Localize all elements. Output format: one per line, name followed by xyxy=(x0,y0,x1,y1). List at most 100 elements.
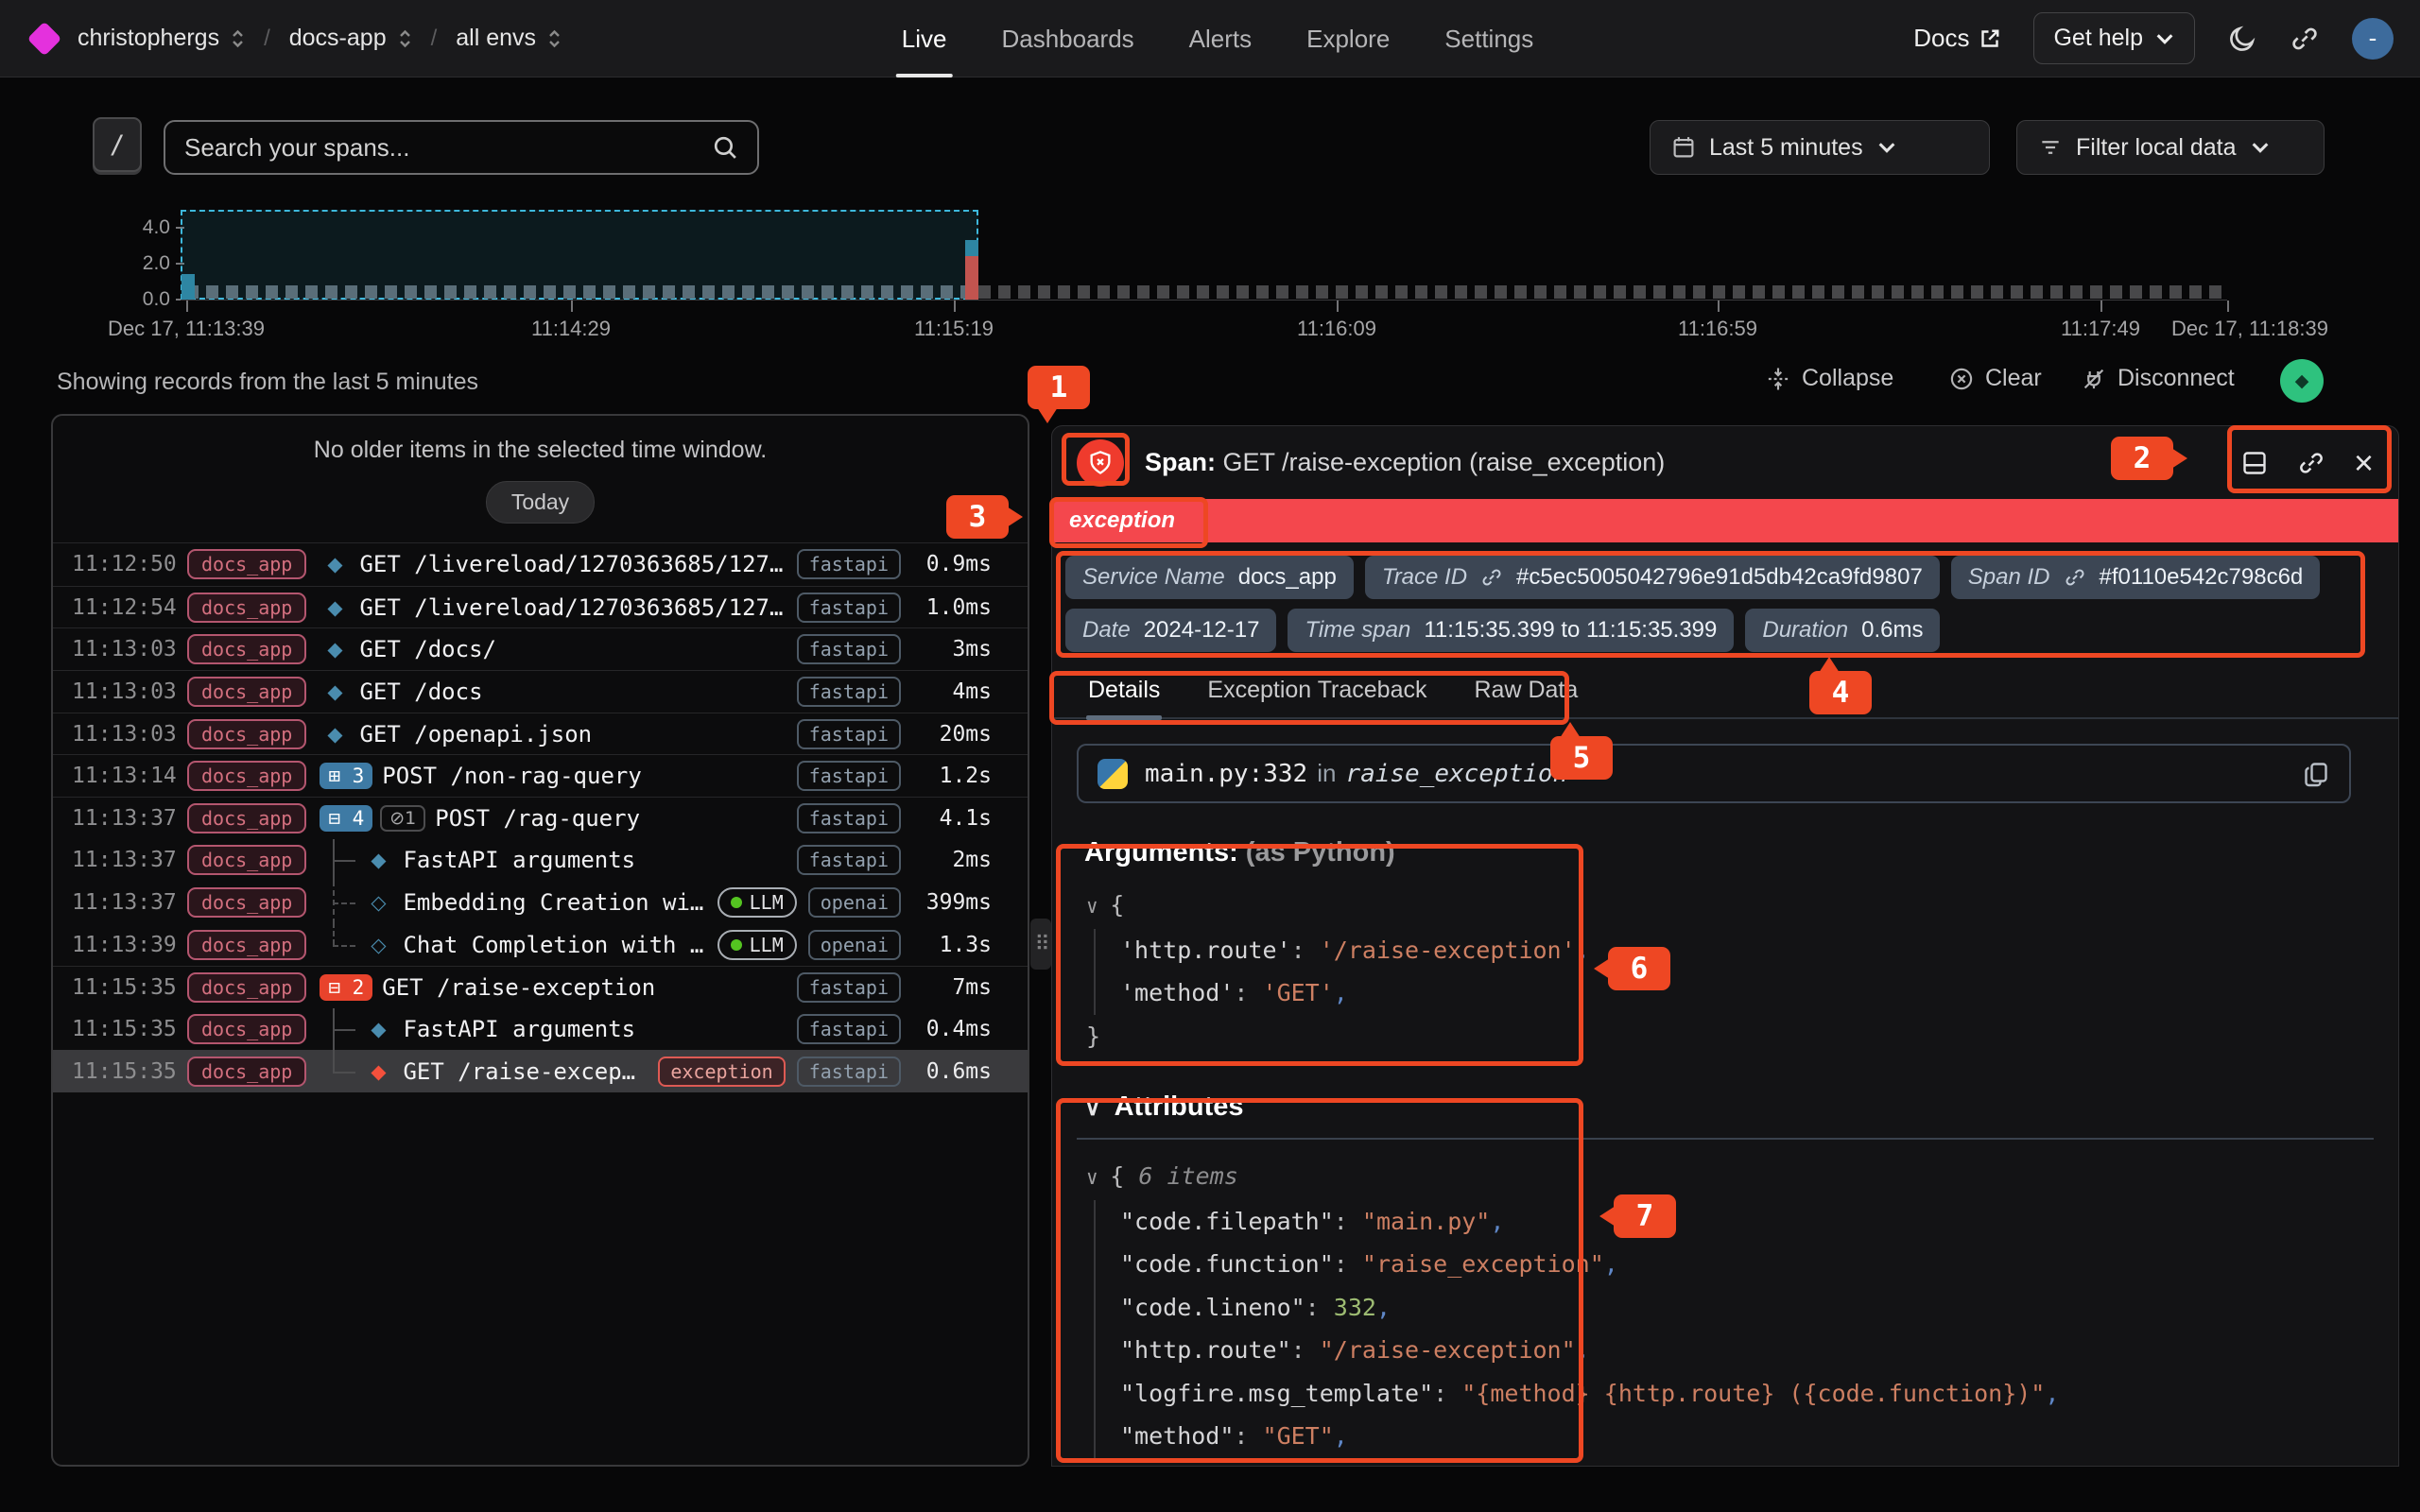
clear-button[interactable]: Clear xyxy=(1949,365,2042,392)
org-switcher[interactable]: christophergs xyxy=(78,25,219,52)
span-row[interactable]: 11:15:35docs_app◆GET /raise-exception …e… xyxy=(53,1050,1028,1092)
span-row[interactable]: 11:13:37docs_app◇Embedding Creation wit…… xyxy=(53,882,1028,924)
close-panel-button[interactable]: × xyxy=(2354,449,2374,477)
arguments-code-line: } xyxy=(1086,1015,2398,1058)
collapse-children-badge[interactable]: ⊟ 4 xyxy=(320,805,372,832)
span-duration: 1.2s xyxy=(901,764,992,788)
filter-local-data-dropdown[interactable]: Filter local data xyxy=(2016,120,2325,175)
org-switcher-chevrons-icon[interactable] xyxy=(231,27,245,50)
service-name-tag: docs_app xyxy=(187,719,306,749)
tab-details[interactable]: Details xyxy=(1086,667,1162,717)
tab-raw-data[interactable]: Raw Data xyxy=(1473,667,1581,717)
span-row[interactable]: 11:13:14docs_app⊞ 3POST /non-rag-queryfa… xyxy=(53,754,1028,797)
span-row[interactable]: 11:13:37docs_app◆FastAPI argumentsfastap… xyxy=(53,839,1028,882)
search-input[interactable] xyxy=(184,133,712,163)
span-duration: 4ms xyxy=(901,679,992,704)
attributes-heading[interactable]: ∨Attributes xyxy=(1084,1091,2398,1123)
span-detail-header: Span: GET /raise-exception (raise_except… xyxy=(1052,426,2398,499)
span-row[interactable]: 11:12:50docs_app◆GET /livereload/1270363… xyxy=(53,543,1028,586)
arguments-code-line: ∨ { xyxy=(1086,884,2398,929)
copy-link-button[interactable] xyxy=(2297,449,2325,477)
span-row[interactable]: 11:13:03docs_app◆GET /docs/fastapi3ms xyxy=(53,627,1028,670)
panel-resize-grip[interactable]: ⠿ xyxy=(1030,919,1051,970)
time-range-label: Last 5 minutes xyxy=(1709,134,1863,162)
arguments-code-line: 'http.route': '/raise-exception', xyxy=(1094,929,2398,972)
span-duration: 1.0ms xyxy=(901,595,992,620)
nav-tab-dashboards[interactable]: Dashboards xyxy=(1001,0,1133,77)
project-switcher[interactable]: docs-app xyxy=(289,25,387,52)
today-badge[interactable]: Today xyxy=(486,481,595,524)
collapse-button[interactable]: Collapse xyxy=(1766,365,1893,392)
hidden-spans-badge[interactable]: ⊘1 xyxy=(380,805,425,832)
span-timestamp: 11:15:35 xyxy=(72,1017,176,1041)
source-file: main.py:332 xyxy=(1145,760,1307,788)
source-tag: openai xyxy=(808,930,901,960)
span-row[interactable]: 11:13:37docs_app⊟ 4⊘1POST /rag-queryfast… xyxy=(53,797,1028,839)
share-link-button[interactable] xyxy=(2290,24,2320,54)
slash-shortcut-key: / xyxy=(93,117,142,172)
collapse-icon xyxy=(1766,367,1790,391)
x-axis-tickmark xyxy=(954,301,956,312)
filter-icon xyxy=(2038,135,2063,160)
collapse-children-badge[interactable]: ⊟ 2 xyxy=(320,974,372,1001)
env-switcher-chevrons-icon[interactable] xyxy=(547,27,562,50)
nav-tab-live[interactable]: Live xyxy=(902,0,947,77)
link-icon xyxy=(2064,566,2086,589)
attributes-code-block[interactable]: ∨ { 6 items"code.filepath": "main.py","c… xyxy=(1086,1155,2398,1458)
nav-tab-explore[interactable]: Explore xyxy=(1306,0,1390,77)
theme-toggle-button[interactable] xyxy=(2227,24,2257,54)
time-range-dropdown[interactable]: Last 5 minutes xyxy=(1650,120,1990,175)
dock-panel-button[interactable] xyxy=(2240,449,2269,477)
code-token: 'GET' xyxy=(1263,979,1334,1006)
span-row[interactable]: 11:13:03docs_app◆GET /docsfastapi4ms xyxy=(53,670,1028,713)
source-location-box: main.py:332inraise_exception xyxy=(1077,744,2351,803)
meta-value: 2024-12-17 xyxy=(1144,617,1260,644)
span-row-main: ◇Embedding Creation wit… xyxy=(320,882,707,924)
docs-link[interactable]: Docs xyxy=(1913,24,2001,53)
nav-tab-settings[interactable]: Settings xyxy=(1444,0,1533,77)
get-help-button[interactable]: Get help xyxy=(2033,12,2195,64)
arguments-heading-text: Arguments: xyxy=(1084,837,1238,868)
meta-trace-id: Trace ID#c5ec5005042796e91d5db42ca9fd980… xyxy=(1365,556,1940,599)
disconnect-button[interactable]: Disconnect xyxy=(2082,365,2235,392)
live-indicator[interactable]: ◆ xyxy=(2280,359,2324,403)
exception-shield-icon xyxy=(1077,439,1124,487)
project-switcher-chevrons-icon[interactable] xyxy=(398,27,412,50)
span-duration: 20ms xyxy=(901,722,992,747)
span-row-tags: LLMopenai xyxy=(717,930,901,960)
span-row[interactable]: 11:13:03docs_app◆GET /openapi.jsonfastap… xyxy=(53,713,1028,755)
span-timestamp: 11:13:37 xyxy=(72,806,176,831)
link-icon xyxy=(1480,566,1503,589)
env-switcher[interactable]: all envs xyxy=(456,25,536,52)
chevron-down-icon: ∨ xyxy=(1084,1095,1101,1121)
clear-label: Clear xyxy=(1985,365,2042,392)
user-avatar[interactable]: - xyxy=(2352,18,2394,60)
code-token: } xyxy=(1086,1022,1100,1050)
code-token: : xyxy=(1305,1294,1334,1321)
tree-connector xyxy=(333,1050,363,1092)
span-row[interactable]: 11:15:35docs_app⊟ 2GET /raise-exceptionf… xyxy=(53,966,1028,1008)
span-row-main: ⊞ 3POST /non-rag-query xyxy=(320,755,786,797)
spans-timeline-chart[interactable]: 4.02.00.0Dec 17, 11:13:3911:14:2911:15:1… xyxy=(0,181,2420,342)
span-timestamp: 11:13:03 xyxy=(72,679,176,704)
x-axis-tickmark xyxy=(2100,301,2102,312)
copy-button[interactable] xyxy=(2302,760,2330,788)
tab-exception-traceback[interactable]: Exception Traceback xyxy=(1205,667,1428,717)
llm-status-dot xyxy=(731,897,742,908)
meta-label: Span ID xyxy=(1968,564,2050,591)
search-icon xyxy=(712,134,738,161)
span-timestamp: 11:13:03 xyxy=(72,722,176,747)
search-box[interactable] xyxy=(164,120,759,175)
span-row[interactable]: 11:12:54docs_app◆GET /livereload/1270363… xyxy=(53,586,1028,628)
span-row[interactable]: 11:13:39docs_app◇Chat Completion with '…… xyxy=(53,923,1028,966)
arguments-code-block[interactable]: ∨ {'http.route': '/raise-exception','met… xyxy=(1086,884,2398,1057)
nav-tab-alerts[interactable]: Alerts xyxy=(1189,0,1252,77)
span-row[interactable]: 11:15:35docs_app◆FastAPI argumentsfastap… xyxy=(53,1008,1028,1051)
code-token: "/raise-exception" xyxy=(1320,1336,1576,1364)
expand-children-badge[interactable]: ⊞ 3 xyxy=(320,763,372,789)
span-icon: ◆ xyxy=(371,849,386,871)
span-row-main: ◆GET /raise-exception … xyxy=(320,1050,648,1092)
span-row-main: ⊟ 2GET /raise-exception xyxy=(320,967,786,1008)
code-token: "main.py" xyxy=(1362,1208,1490,1235)
code-token: 'http.route' xyxy=(1120,936,1291,964)
